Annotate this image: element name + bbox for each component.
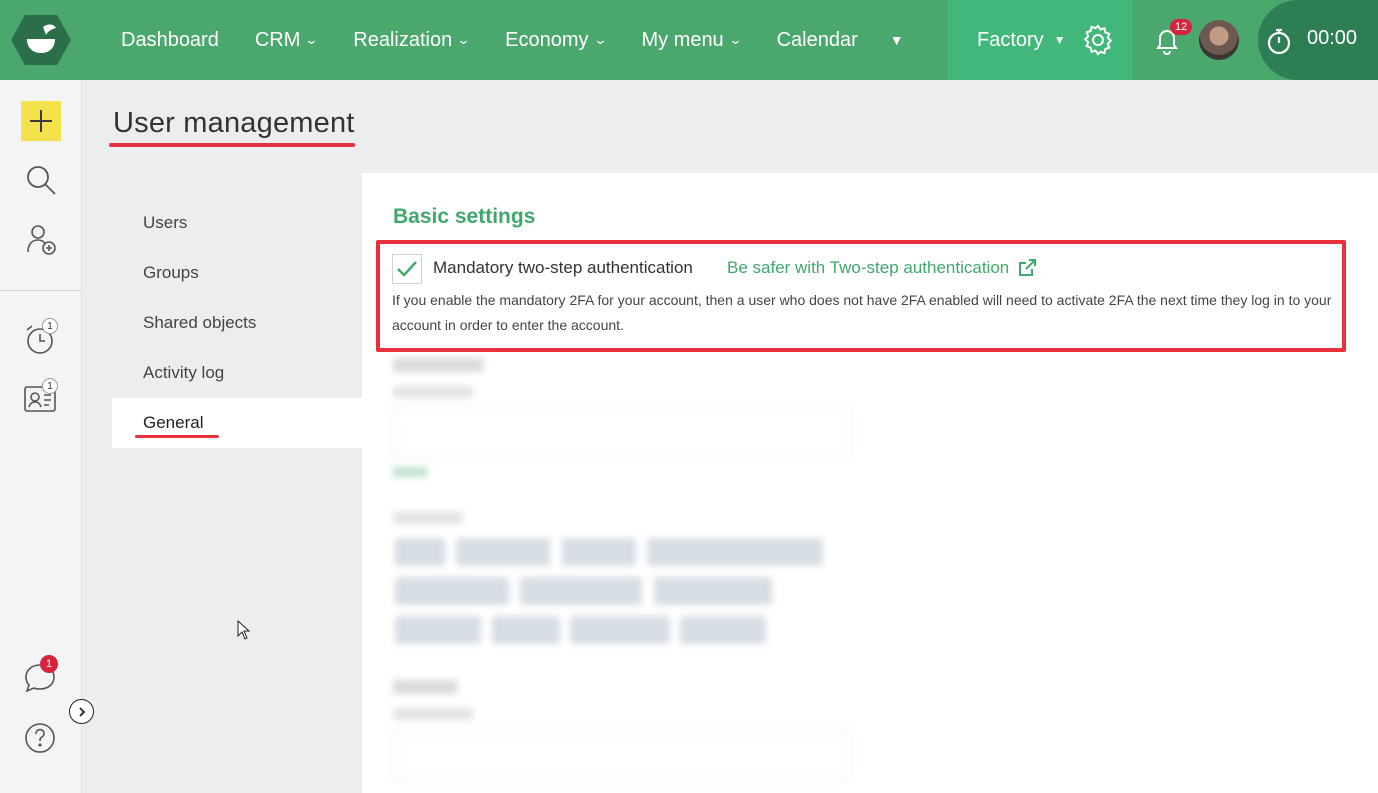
chevron-down-icon: ⌄ (456, 32, 471, 47)
blurred-chip (680, 616, 766, 644)
blurred-chip (456, 538, 550, 566)
blurred-sublabel (393, 512, 463, 524)
section-title: Basic settings (393, 205, 536, 228)
stopwatch-icon[interactable] (1264, 26, 1294, 56)
alarm-count-badge: 1 (42, 318, 58, 334)
gear-icon[interactable] (1081, 23, 1115, 57)
nav-dashboard-label: Dashboard (121, 28, 219, 51)
nav-crm-label: CRM (254, 28, 301, 51)
blurred-sublabel (393, 386, 473, 398)
blurred-chip (570, 616, 670, 644)
blurred-sublabel (393, 708, 473, 720)
timer-value: 00:00 (1307, 27, 1358, 49)
avatar[interactable] (1199, 20, 1239, 60)
add-user-icon[interactable] (23, 222, 59, 258)
caret-down-icon[interactable]: ▼ (890, 32, 904, 48)
subnav-highlight-underline (135, 435, 219, 438)
blurred-chip (395, 538, 445, 566)
subnav-item-activity-log[interactable]: Activity log (112, 348, 362, 398)
subnav-item-general[interactable]: General (112, 398, 362, 448)
nav-realization-label: Realization (353, 28, 453, 51)
help-icon[interactable] (22, 720, 58, 756)
nav-my-menu-label: My menu (641, 28, 724, 51)
add-button[interactable] (21, 101, 61, 141)
external-link-icon (1019, 259, 1037, 276)
blurred-link (393, 467, 427, 477)
two-factor-link-label: Be safer with Two-step authentication (727, 258, 1010, 277)
nav-economy-label: Economy (505, 28, 589, 51)
subnav-item-shared-objects[interactable]: Shared objects (112, 298, 362, 348)
mouse-cursor-icon (237, 620, 251, 640)
settings-subnav: Users Groups Shared objects Activity log… (112, 198, 362, 448)
chevron-right-icon (78, 706, 85, 717)
page-title: User management (113, 107, 355, 139)
blurred-input (393, 408, 851, 458)
title-highlight-underline (109, 143, 355, 147)
caret-down-icon: ▼ (1053, 33, 1066, 47)
plus-icon (30, 110, 52, 132)
blurred-chip (395, 616, 481, 644)
workspace-label: Factory (977, 28, 1044, 51)
nav-my-menu[interactable]: My menu ⌄ (623, 29, 758, 52)
nav-calendar[interactable]: Calendar (759, 29, 876, 52)
nav-economy[interactable]: Economy ⌄ (487, 29, 623, 52)
contact-count-badge: 1 (42, 378, 58, 394)
chat-count-badge: 1 (40, 655, 58, 673)
blurred-chip (654, 577, 772, 605)
blurred-input (393, 730, 851, 780)
nav-realization[interactable]: Realization ⌄ (335, 29, 487, 52)
notification-badge: 12 (1170, 19, 1193, 35)
blurred-chip (647, 538, 823, 566)
blurred-chip (520, 577, 642, 605)
two-factor-description: If you enable the mandatory 2FA for your… (392, 292, 1332, 333)
app-logo[interactable] (10, 13, 72, 67)
blurred-heading (393, 358, 483, 372)
top-navigation-bar: Dashboard CRM ⌄ Realization ⌄ Economy ⌄ My … (0, 0, 1378, 80)
main-menu: Dashboard CRM ⌄ Realization ⌄ Economy ⌄ My … (103, 0, 904, 80)
sidebar-divider (0, 290, 82, 291)
subnav-item-groups[interactable]: Groups (112, 248, 362, 298)
blurred-heading (393, 680, 457, 694)
two-factor-checkbox[interactable] (392, 254, 422, 284)
nav-crm[interactable]: CRM ⌄ (237, 29, 335, 52)
blurred-chip (395, 577, 509, 605)
two-factor-label: Mandatory two-step authentication (433, 258, 693, 277)
search-icon[interactable] (23, 162, 59, 198)
chevron-down-icon: ⌄ (304, 32, 319, 47)
nav-calendar-label: Calendar (776, 28, 858, 51)
nav-dashboard[interactable]: Dashboard (103, 29, 237, 52)
two-factor-info-link[interactable]: Be safer with Two-step authentication (727, 258, 1037, 278)
expand-sidebar-button[interactable] (69, 699, 94, 724)
chevron-down-icon: ⌄ (728, 32, 743, 47)
subnav-item-users[interactable]: Users (112, 198, 362, 248)
blurred-chip (562, 538, 636, 566)
checkmark-icon (397, 261, 417, 277)
chevron-down-icon: ⌄ (592, 32, 608, 47)
blurred-chip (492, 616, 560, 644)
